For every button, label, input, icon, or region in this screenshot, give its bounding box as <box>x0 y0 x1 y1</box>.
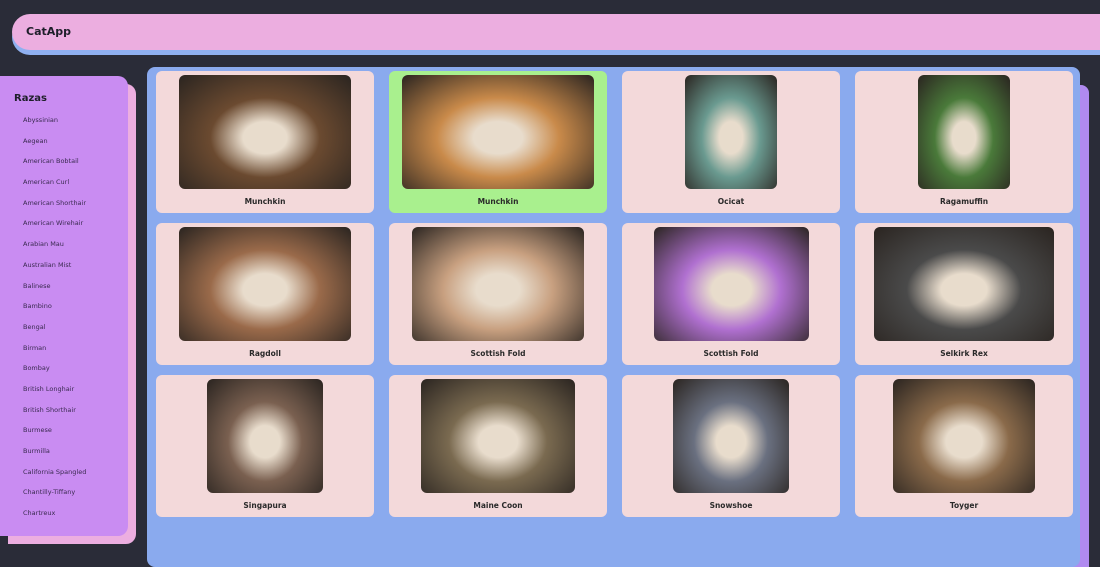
cat-breed-label: Ragdoll <box>249 349 281 358</box>
cat-breed-label: Ocicat <box>717 197 745 206</box>
breed-item[interactable]: Bengal <box>0 317 128 338</box>
cat-card[interactable]: Maine Coon <box>389 375 607 517</box>
breed-item[interactable]: Balinese <box>0 276 128 297</box>
cat-photo <box>412 227 584 341</box>
breed-item[interactable]: British Longhair <box>0 379 128 400</box>
breed-item[interactable]: Australian Mist <box>0 255 128 276</box>
cat-card[interactable]: Munchkin <box>156 71 374 213</box>
breed-item[interactable]: Aegean <box>0 131 128 152</box>
cat-card[interactable]: Scottish Fold <box>622 223 840 365</box>
cat-photo <box>893 379 1035 493</box>
cat-card[interactable]: Ocicat <box>622 71 840 213</box>
cat-photo <box>874 227 1054 341</box>
cat-card[interactable]: Selkirk Rex <box>855 223 1073 365</box>
cat-photo <box>685 75 777 189</box>
breed-item[interactable]: Bambino <box>0 296 128 317</box>
cat-breed-label: Maine Coon <box>473 501 523 510</box>
cat-breed-label: Scottish Fold <box>703 349 759 358</box>
cat-photo <box>653 227 809 341</box>
cat-card[interactable]: Toyger <box>855 375 1073 517</box>
breed-item[interactable]: Burmilla <box>0 441 128 462</box>
cat-breed-label: Scottish Fold <box>470 349 526 358</box>
breed-item[interactable]: American Wirehair <box>0 213 128 234</box>
cat-card[interactable]: Munchkin <box>389 71 607 213</box>
cat-breed-label: Selkirk Rex <box>940 349 988 358</box>
breed-item[interactable]: Arabian Mau <box>0 234 128 255</box>
cat-gallery: Munchkin Munchkin Ocicat Ragamuffin Ragdoll S… <box>147 67 1080 567</box>
cat-breed-label: Snowshoe <box>709 501 753 510</box>
app-header: CatApp <box>12 14 1100 50</box>
breed-item[interactable]: Chantilly-Tiffany <box>0 482 128 503</box>
cat-card[interactable]: Singapura <box>156 375 374 517</box>
app-title: CatApp <box>26 25 72 38</box>
cat-card[interactable]: Scottish Fold <box>389 223 607 365</box>
breed-item[interactable]: California Spangled <box>0 462 128 483</box>
cat-breed-label: Ragamuffin <box>939 197 989 206</box>
sidebar-title: Razas <box>14 93 47 104</box>
breed-item[interactable]: American Bobtail <box>0 151 128 172</box>
breed-item[interactable]: Burmese <box>0 420 128 441</box>
cat-breed-label: Singapura <box>243 501 287 510</box>
breed-item[interactable]: Bombay <box>0 358 128 379</box>
breed-item[interactable]: Chartreux <box>0 503 128 524</box>
cat-breed-label: Toyger <box>949 501 979 510</box>
cat-photo <box>207 379 323 493</box>
cat-photo <box>179 227 351 341</box>
breed-item[interactable]: British Shorthair <box>0 400 128 421</box>
breed-item[interactable]: American Shorthair <box>0 193 128 214</box>
cat-breed-label: Munchkin <box>477 197 519 206</box>
breed-item[interactable]: Birman <box>0 338 128 359</box>
breed-item[interactable]: American Curl <box>0 172 128 193</box>
cat-card[interactable]: Ragamuffin <box>855 71 1073 213</box>
cat-photo <box>421 379 575 493</box>
cat-photo <box>179 75 351 189</box>
cat-photo <box>673 379 789 493</box>
cat-photo <box>918 75 1010 189</box>
cat-breed-label: Munchkin <box>244 197 286 206</box>
cat-photo <box>402 75 594 189</box>
cat-card[interactable]: Ragdoll <box>156 223 374 365</box>
cat-card[interactable]: Snowshoe <box>622 375 840 517</box>
breeds-sidebar: Razas Abyssinian Aegean American Bobtail Am… <box>0 76 128 536</box>
breed-item[interactable]: Abyssinian <box>0 110 128 131</box>
